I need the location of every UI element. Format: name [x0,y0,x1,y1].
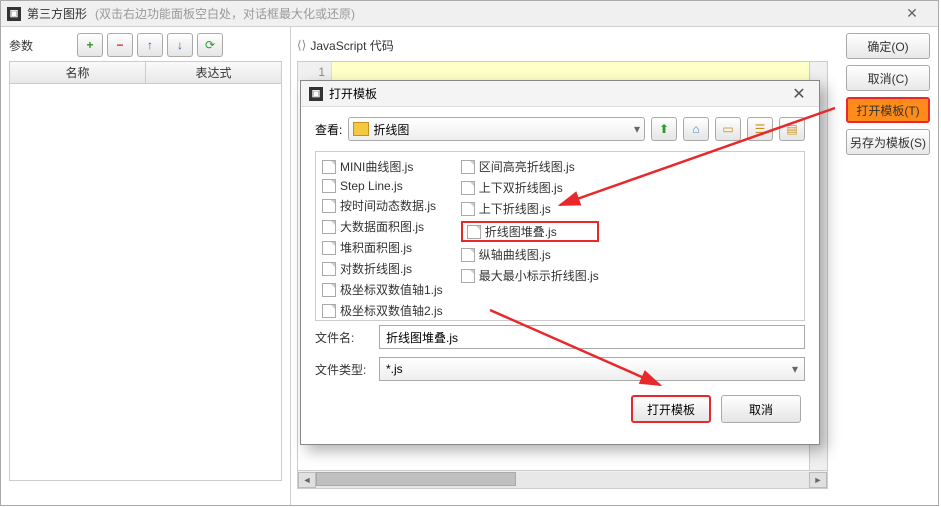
file-item[interactable]: 上下折线图.js [461,200,599,217]
scroll-thumb[interactable] [316,472,516,486]
file-icon [461,160,475,174]
folder-icon [353,122,369,136]
file-icon [322,241,336,255]
file-item[interactable]: 最大最小标示折线图.js [461,267,599,284]
right-button-panel: 确定(O) 取消(C) 打开模板(T) 另存为模板(S) [838,27,938,505]
app-icon: ▣ [7,7,21,21]
file-item[interactable]: MINI曲线图.js [322,158,443,175]
open-template-dialog: ▣ 打开模板 ✕ 查看: 折线图 ▾ ⬆ ⌂ ▭ ☰ ▤ MINI曲线图.js … [300,80,820,445]
refresh-button[interactable]: ⟳ [197,33,223,57]
col-expr: 表达式 [146,62,281,83]
file-icon [322,262,336,276]
close-icon[interactable]: ✕ [892,5,932,22]
file-item[interactable]: 纵轴曲线图.js [461,246,599,263]
dialog-title: 打开模板 [329,85,377,102]
file-icon [461,181,475,195]
save-as-template-button[interactable]: 另存为模板(S) [846,129,930,155]
window-hint: (双击右边功能面板空白处，对话框最大化或还原) [95,5,355,22]
file-item[interactable]: 对数折线图.js [322,260,443,277]
params-label: 参数 [9,37,33,54]
file-item[interactable]: Step Line.js [322,179,443,193]
filetype-value: *.js [386,362,403,376]
folder-name: 折线图 [373,121,409,138]
file-item[interactable]: 大数据面积图.js [322,218,443,235]
filename-row: 文件名: [301,321,819,353]
chevron-down-icon: ▾ [792,362,798,376]
window-title: 第三方图形 [27,5,87,22]
up-folder-button[interactable]: ⬆ [651,117,677,141]
file-icon [322,179,336,193]
horizontal-scrollbar[interactable]: ◄ ► [298,470,827,488]
file-item[interactable]: 按时间动态数据.js [322,197,443,214]
file-icon [461,202,475,216]
filetype-label: 文件类型: [315,361,371,378]
scroll-track[interactable] [316,472,809,488]
file-item[interactable]: 极坐标双数值轴2.js [322,302,443,319]
params-panel: 参数 + − ↑ ↓ ⟳ 名称 表达式 [1,27,291,505]
home-button[interactable]: ⌂ [683,117,709,141]
file-list[interactable]: MINI曲线图.js Step Line.js 按时间动态数据.js 大数据面积… [315,151,805,321]
file-item-selected[interactable]: 折线图堆叠.js [461,221,599,242]
file-icon [467,225,481,239]
file-item[interactable]: 上下双折线图.js [461,179,599,196]
file-icon [322,199,336,213]
file-item[interactable]: 堆积面积图.js [322,239,443,256]
dialog-button-row: 打开模板 取消 [301,385,819,433]
file-icon [322,160,336,174]
list-view-button[interactable]: ☰ [747,117,773,141]
remove-button[interactable]: − [107,33,133,57]
filename-label: 文件名: [315,329,371,346]
file-icon [461,248,475,262]
code-line-1[interactable] [332,62,827,82]
add-button[interactable]: + [77,33,103,57]
up-button[interactable]: ↑ [137,33,163,57]
open-template-button[interactable]: 打开模板(T) [846,97,930,123]
ok-button[interactable]: 确定(O) [846,33,930,59]
dialog-cancel-button[interactable]: 取消 [721,395,801,423]
scroll-right-icon[interactable]: ► [809,472,827,488]
params-toolbar: 参数 + − ↑ ↓ ⟳ [9,33,282,57]
dialog-open-button[interactable]: 打开模板 [631,395,711,423]
dialog-app-icon: ▣ [309,87,323,101]
file-item[interactable]: 极坐标双数值轴1.js [322,281,443,298]
look-label: 查看: [315,121,342,138]
filename-input[interactable] [379,325,805,349]
col-name: 名称 [10,62,146,83]
params-table: 名称 表达式 [9,61,282,481]
lookup-row: 查看: 折线图 ▾ ⬆ ⌂ ▭ ☰ ▤ [301,107,819,151]
dialog-close-icon[interactable]: ✕ [787,84,811,104]
code-toolbar: ⟨⟩ JavaScript 代码 [297,33,828,57]
new-folder-button[interactable]: ▭ [715,117,741,141]
down-button[interactable]: ↓ [167,33,193,57]
folder-combo[interactable]: 折线图 ▾ [348,117,645,141]
detail-view-button[interactable]: ▤ [779,117,805,141]
file-icon [322,283,336,297]
scroll-left-icon[interactable]: ◄ [298,472,316,488]
line-number: 1 [298,62,332,82]
params-header: 名称 表达式 [10,62,281,84]
file-icon [461,269,475,283]
file-column-2: 区间高亮折线图.js 上下双折线图.js 上下折线图.js 折线图堆叠.js 纵… [461,158,599,314]
filetype-combo[interactable]: *.js ▾ [379,357,805,381]
filetype-row: 文件类型: *.js ▾ [301,353,819,385]
cancel-button[interactable]: 取消(C) [846,65,930,91]
chevron-down-icon: ▾ [634,122,640,136]
file-column-1: MINI曲线图.js Step Line.js 按时间动态数据.js 大数据面积… [322,158,443,314]
file-item[interactable]: 区间高亮折线图.js [461,158,599,175]
code-label: JavaScript 代码 [310,37,393,54]
file-icon [322,220,336,234]
file-icon [322,304,336,318]
dialog-titlebar: ▣ 打开模板 ✕ [301,81,819,107]
titlebar: ▣ 第三方图形 (双击右边功能面板空白处，对话框最大化或还原) ✕ [1,1,938,27]
